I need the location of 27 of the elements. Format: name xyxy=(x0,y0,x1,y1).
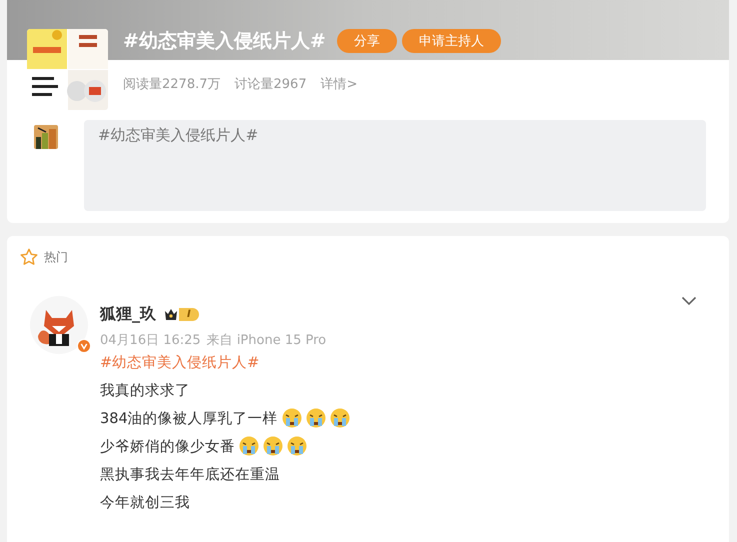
comment-input-field[interactable]: #幼态审美入侵纸片人# xyxy=(84,120,706,211)
fox-avatar[interactable] xyxy=(30,296,88,354)
user-avatar-icon xyxy=(32,123,60,151)
topic-stat: 阅读量2278.7万 xyxy=(123,76,220,93)
author-name[interactable]: 狐狸_玖 xyxy=(100,304,156,325)
crying-face-icon xyxy=(287,436,307,456)
crying-face-icon xyxy=(306,408,326,428)
post-time[interactable]: 04月16日 16:25 xyxy=(100,331,201,349)
crying-face-icon xyxy=(330,408,350,428)
post-text-line: 我真的求求了 xyxy=(100,382,190,400)
topic-title: #幼态审美入侵纸片人# xyxy=(123,29,326,54)
post-text-line: 今年就创三我 xyxy=(100,494,190,512)
hashtag-link[interactable]: #幼态审美入侵纸片人# xyxy=(100,353,350,372)
host-application-button[interactable]: 申请主持人 xyxy=(402,29,501,53)
chevron-down-icon[interactable] xyxy=(681,296,697,306)
post-source: 来自 iPhone 15 Pro xyxy=(206,332,326,349)
post-text-line: 少爷娇俏的像少女番 xyxy=(100,438,235,456)
post-text-line: 384油的像被人厚乳了一样 xyxy=(100,410,278,428)
topic-stat: 讨论量2967 xyxy=(234,76,307,93)
section-title: 热门 xyxy=(44,248,68,266)
crying-face-icon xyxy=(239,436,259,456)
star-icon xyxy=(20,248,38,266)
crying-face-icon xyxy=(263,436,283,456)
share-button[interactable]: 分享 xyxy=(336,29,397,53)
post-text-line: 黑执事我去年年底还在重温 xyxy=(100,466,280,484)
crying-face-icon xyxy=(282,408,302,428)
details-link[interactable]: 详情> xyxy=(320,75,358,93)
